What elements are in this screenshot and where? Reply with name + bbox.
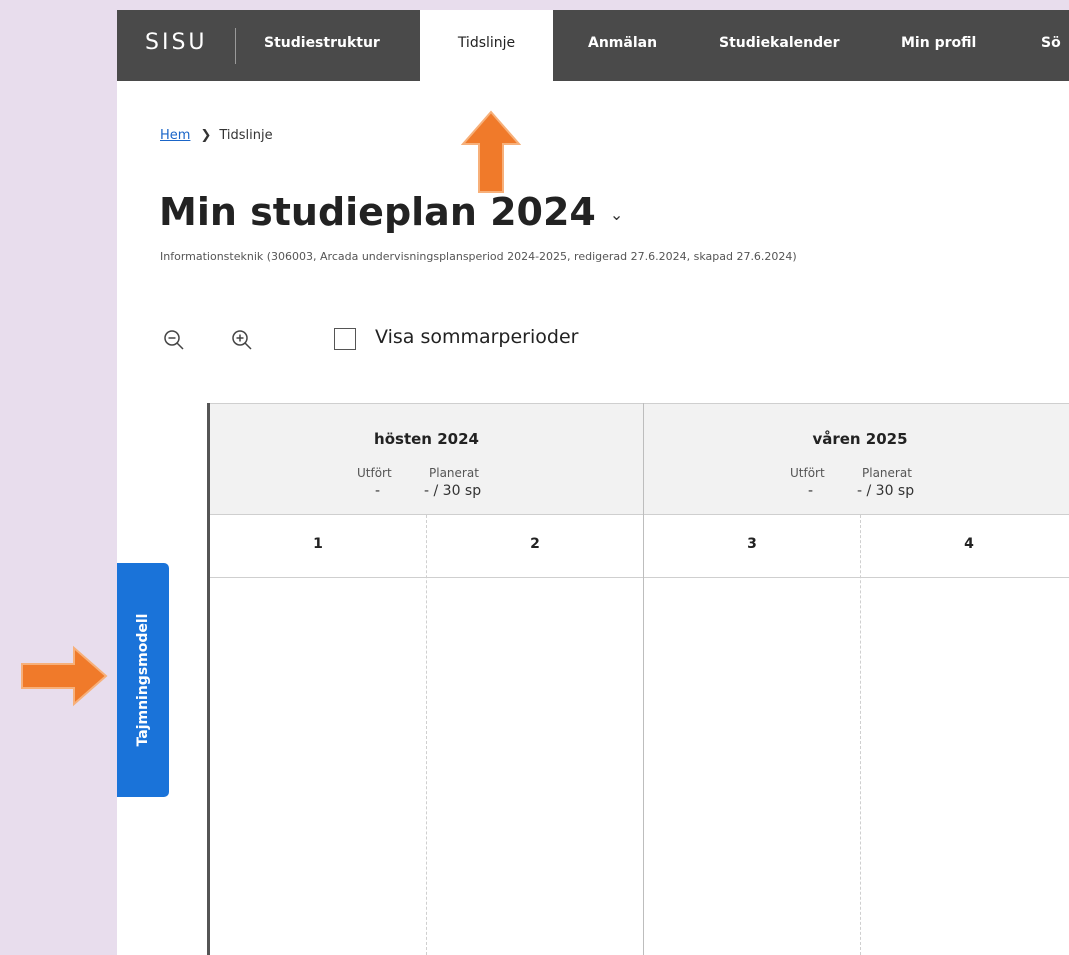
nav-item-min-profil[interactable]: Min profil [901, 10, 976, 81]
timing-model-tab-label: Tajmningsmodell [135, 613, 151, 747]
planned-value: - / 30 sp [424, 483, 482, 499]
chevron-right-icon: ❯ [200, 128, 212, 143]
period-3: 3 [747, 536, 757, 552]
zoom-out-icon[interactable] [162, 328, 186, 352]
period-2: 2 [530, 536, 540, 552]
done-value: - [808, 483, 814, 499]
chevron-down-icon[interactable]: ⌄ [610, 205, 623, 224]
planned-label: Planerat [862, 466, 912, 480]
zoom-in-icon[interactable] [230, 328, 254, 352]
plan-subtitle: Informationsteknik (306003, Arcada under… [160, 250, 797, 263]
plan-title: Min studieplan 2024 [159, 190, 596, 234]
breadcrumb: Hem ❯ Tidslinje [160, 128, 273, 143]
app-page: SISU Studiestruktur Tidslinje Anmälan St… [117, 10, 1069, 955]
period-header-row: 1 2 3 4 [210, 515, 1069, 578]
nav-item-studiekalender[interactable]: Studiekalender [719, 10, 840, 81]
summer-periods-checkbox[interactable] [334, 328, 356, 350]
breadcrumb-home-link[interactable]: Hem [160, 128, 190, 143]
timing-model-tab[interactable]: Tajmningsmodell [117, 563, 169, 797]
planned-value: - / 30 sp [857, 483, 915, 499]
annotation-arrow-up-icon [461, 110, 521, 193]
summer-periods-label: Visa sommarperioder [375, 326, 579, 348]
term-header-row: hösten 2024 Utfört Planerat - - / 30 sp … [210, 403, 1069, 515]
done-label: Utfört [790, 466, 825, 480]
period-divider [426, 515, 427, 955]
term-spring-2025: våren 2025 Utfört Planerat - - / 30 sp [643, 404, 1069, 515]
sisu-logo[interactable]: SISU [145, 30, 208, 55]
logo-divider [235, 28, 236, 64]
period-1: 1 [313, 536, 323, 552]
planned-label: Planerat [429, 466, 479, 480]
done-value: - [375, 483, 381, 499]
nav-item-anmalan[interactable]: Anmälan [588, 10, 657, 81]
done-label: Utfört [357, 466, 392, 480]
timeline-grid: hösten 2024 Utfört Planerat - - / 30 sp … [207, 403, 1069, 955]
nav-item-studiestruktur[interactable]: Studiestruktur [264, 10, 380, 81]
breadcrumb-current: Tidslinje [219, 128, 273, 143]
nav-item-search[interactable]: Sö [1041, 10, 1061, 81]
screenshot-frame-top [0, 0, 1069, 10]
term-divider [643, 403, 644, 955]
term-title: hösten 2024 [374, 430, 479, 448]
period-4: 4 [964, 536, 974, 552]
nav-item-tidslinje[interactable]: Tidslinje [420, 10, 553, 81]
page-title: Min studieplan 2024 ⌄ [159, 190, 623, 234]
period-divider [860, 515, 861, 955]
annotation-arrow-right-icon [21, 645, 108, 707]
term-title: våren 2025 [812, 430, 908, 448]
term-autumn-2024: hösten 2024 Utfört Planerat - - / 30 sp [210, 404, 643, 515]
top-navigation-bar: SISU Studiestruktur Tidslinje Anmälan St… [117, 10, 1069, 81]
